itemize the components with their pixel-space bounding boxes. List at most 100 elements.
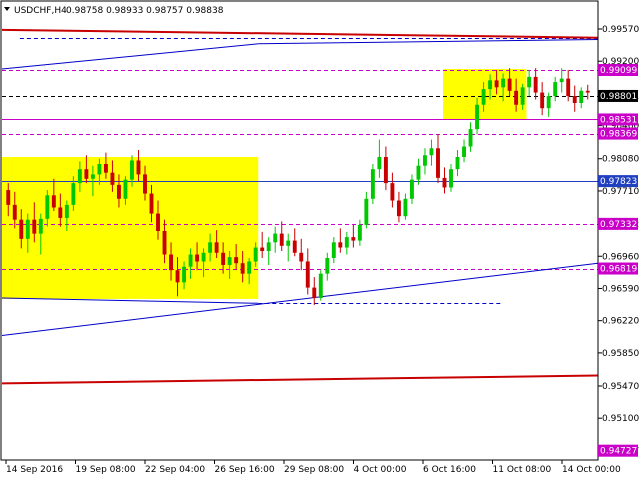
- candle-body: [84, 169, 89, 179]
- ohlc-readout: 0.98758 0.98933 0.98757 0.98838: [66, 6, 224, 16]
- price-tag-label: 0.96819: [600, 265, 637, 275]
- price-tag: 0.94727: [598, 444, 638, 457]
- candle-body: [45, 195, 50, 219]
- candle-body: [116, 184, 121, 199]
- candle-body: [64, 204, 69, 218]
- price-tick-label: 0.95470: [602, 382, 639, 392]
- candle-body: [175, 270, 180, 283]
- price-tag: 0.98801: [598, 89, 638, 102]
- candle-body: [546, 96, 551, 109]
- candle-body: [25, 219, 30, 239]
- candle-body: [520, 87, 525, 105]
- candle-body: [292, 240, 297, 253]
- price-tick-label: 0.95100: [602, 414, 639, 424]
- candle-body: [403, 198, 408, 217]
- candle-body: [501, 78, 506, 88]
- candle: [370, 163, 375, 205]
- candle-body: [273, 233, 278, 243]
- symbol-label: USDCHF,H4: [14, 6, 67, 16]
- time-tick-label: 11 Oct 08:00: [493, 465, 552, 475]
- candle-body: [585, 90, 590, 93]
- candle-body: [494, 80, 499, 88]
- candle-body: [195, 254, 200, 262]
- candle-body: [468, 129, 473, 147]
- price-tick-label: 0.98080: [602, 155, 639, 165]
- candle-body: [71, 183, 76, 205]
- chart-canvas: 0.995700.992000.988010.984600.980800.977…: [0, 0, 640, 480]
- candle-body: [377, 156, 382, 170]
- candle-body: [97, 163, 102, 175]
- price-tag-label: 0.98531: [600, 115, 637, 125]
- time-tick-label: 22 Sep 04:00: [145, 465, 205, 475]
- price-tick-label: 0.96590: [602, 284, 639, 294]
- price-tag-label: 0.94727: [600, 447, 637, 457]
- time-tick-label: 14 Oct 00:00: [562, 465, 621, 475]
- candle-body: [260, 247, 265, 252]
- candle-body: [540, 92, 545, 109]
- candle-body: [449, 169, 453, 188]
- candle-body: [481, 89, 486, 105]
- candle-body: [234, 257, 239, 264]
- candle-body: [325, 257, 330, 274]
- candle-body: [572, 96, 577, 104]
- candle-body: [58, 207, 63, 218]
- candle-body: [19, 219, 24, 239]
- candle-body: [475, 104, 480, 130]
- price-tag: 0.97332: [598, 217, 638, 230]
- candle-body: [136, 160, 141, 175]
- candle-body: [351, 237, 356, 241]
- time-tick-label: 29 Sep 08:00: [284, 465, 344, 475]
- candle-body: [6, 190, 11, 205]
- candle-body: [110, 172, 115, 185]
- price-tag: 0.97823: [598, 175, 638, 188]
- candle-body: [344, 237, 349, 248]
- price-tag: 0.96819: [598, 262, 638, 275]
- candle-body: [221, 252, 226, 265]
- candle-body: [409, 179, 414, 199]
- candle-body: [201, 252, 206, 262]
- candle-body: [169, 254, 173, 271]
- candle: [318, 270, 323, 301]
- candle-body: [253, 247, 258, 262]
- price-tick-label: 0.99570: [602, 25, 639, 35]
- candle-body: [156, 213, 160, 231]
- candle-body: [370, 169, 375, 199]
- candle-body: [214, 242, 219, 253]
- candle-body: [38, 218, 43, 234]
- candle-body: [331, 242, 336, 258]
- candle-body: [488, 80, 493, 90]
- price-tag: 0.98369: [598, 127, 638, 140]
- candle-body: [188, 254, 193, 267]
- price-tag-label: 0.97823: [600, 177, 637, 187]
- price-tag-label: 0.97332: [600, 220, 637, 230]
- candle-body: [266, 242, 271, 252]
- price-tag: 0.98531: [598, 113, 638, 126]
- candle-body: [149, 193, 154, 214]
- candle-body: [318, 273, 323, 299]
- candle-body: [247, 261, 252, 274]
- candle-body: [462, 146, 466, 157]
- candle-body: [442, 177, 447, 188]
- time-tick-label: 19 Sep 08:00: [76, 465, 136, 475]
- candle-body: [90, 174, 95, 179]
- candle-body: [143, 174, 147, 194]
- candle-body: [566, 78, 571, 97]
- candle-body: [77, 169, 82, 184]
- candle-body: [579, 90, 584, 104]
- candle-body: [390, 183, 395, 201]
- candle-body: [208, 242, 213, 253]
- time-tick-label: 6 Oct 16:00: [423, 465, 476, 475]
- candle-body: [533, 76, 538, 93]
- candle-body: [527, 76, 532, 88]
- candle-body: [305, 261, 310, 288]
- candle-body: [338, 242, 343, 248]
- candle-body: [240, 263, 245, 274]
- candle-body: [130, 160, 134, 180]
- time-tick-label: 14 Sep 2016: [6, 465, 63, 475]
- candle-body: [553, 82, 558, 97]
- price-tag-label: 0.99099: [600, 66, 637, 76]
- candle-body: [416, 165, 421, 180]
- chart-header: USDCHF,H4 0.98758 0.98933 0.98757 0.9883…: [4, 6, 224, 16]
- candle-body: [51, 195, 56, 208]
- time-tick-label: 4 Oct 00:00: [354, 465, 407, 475]
